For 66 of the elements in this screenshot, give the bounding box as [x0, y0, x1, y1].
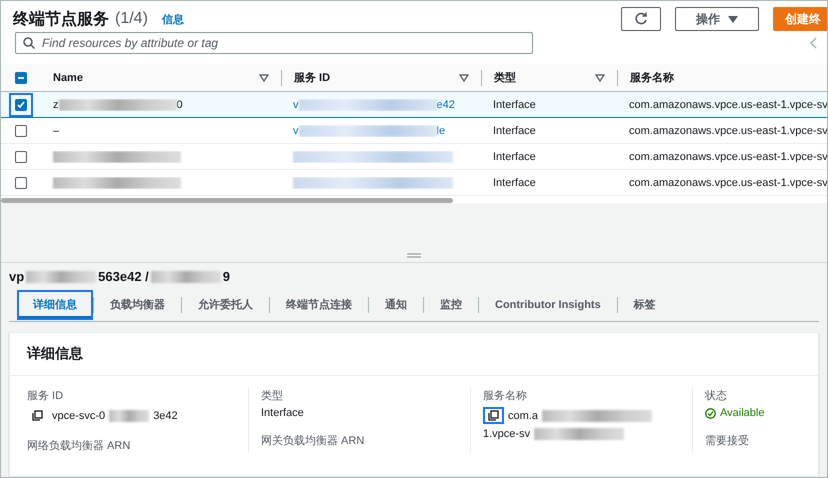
service-id-link[interactable]: v: [293, 98, 298, 110]
redacted-text: [150, 270, 221, 282]
tab[interactable]: 标签: [618, 290, 672, 320]
copy-icon: [488, 410, 499, 421]
search-icon: [23, 36, 35, 49]
column-header: Name: [53, 72, 83, 84]
tab[interactable]: Contributor Insights: [479, 290, 617, 320]
service-id-link[interactable]: e42: [436, 98, 455, 110]
resize-handle-icon[interactable]: [407, 253, 421, 258]
table-cell: –: [53, 124, 60, 136]
refresh-button[interactable]: [621, 7, 661, 32]
column-header: 服务 ID: [294, 70, 330, 85]
field-value: 1.vpce-sv: [483, 428, 530, 440]
field-label: 需要接受: [705, 434, 750, 448]
redacted-text: [109, 410, 150, 422]
copy-button[interactable]: [483, 407, 504, 424]
sort-icon[interactable]: [259, 74, 269, 82]
field-value: 3e42: [153, 410, 178, 422]
tab[interactable]: 负载均衡器: [94, 290, 181, 320]
field-label: 服务名称: [483, 389, 528, 403]
field-value: com.a: [508, 410, 538, 422]
table-cell-text: Interface: [492, 176, 537, 188]
tab[interactable]: 监控: [424, 290, 478, 320]
table-cell: 0: [176, 98, 183, 110]
search-field[interactable]: Find resources by attribute or tag: [15, 32, 533, 54]
page-title: 终端节点服务: [13, 10, 109, 30]
scrollbar[interactable]: [1, 198, 453, 203]
tab[interactable]: 通知: [369, 290, 423, 320]
check-icon: [17, 100, 25, 108]
detail-title: 9: [222, 269, 230, 284]
caret-icon: [728, 16, 738, 23]
row-checkbox[interactable]: [15, 176, 27, 188]
row-checkbox[interactable]: [15, 124, 27, 136]
table-cell: z: [53, 98, 58, 110]
detail-title: vp: [9, 269, 24, 284]
card-title: 详细信息: [10, 333, 818, 376]
field-value: Interface: [261, 407, 304, 419]
field-value: vpce-svc-0: [52, 410, 106, 422]
table-cell-text: Interface: [492, 98, 537, 110]
table-cell-text: Interface: [492, 124, 537, 136]
tab[interactable]: 详细信息: [17, 290, 93, 320]
detail-title: 563e42 /: [98, 269, 149, 284]
check-circle-icon: [705, 408, 716, 418]
row-checkbox[interactable]: [15, 150, 27, 162]
field-label: 类型: [261, 389, 284, 403]
table-cell-text: Interface: [492, 150, 537, 162]
service-id-link[interactable]: le: [436, 124, 446, 136]
column-header: 类型: [494, 70, 516, 85]
status-text: Available: [720, 407, 764, 419]
redacted-text: [26, 270, 96, 282]
resource-count: (1/4): [115, 10, 148, 28]
column-header: 服务名称: [630, 70, 674, 85]
field-label: 网络负载均衡器 ARN: [27, 439, 132, 453]
field-label: 状态: [705, 388, 728, 403]
row-checkbox[interactable]: [15, 98, 27, 110]
tab[interactable]: 终端节点连接: [270, 290, 368, 320]
refresh-icon: [634, 12, 648, 26]
actions-button[interactable]: 操作: [675, 7, 759, 32]
info-link[interactable]: 信息: [162, 12, 184, 27]
tab[interactable]: 允许委托人: [182, 290, 269, 320]
service-id-link[interactable]: v: [293, 124, 298, 136]
field-label: 服务 ID: [27, 389, 64, 403]
field-label: 网关负载均衡器 ARN: [261, 434, 366, 448]
sort-icon[interactable]: [595, 74, 605, 82]
copy-icon: [32, 410, 43, 421]
sort-icon[interactable]: [459, 74, 469, 82]
